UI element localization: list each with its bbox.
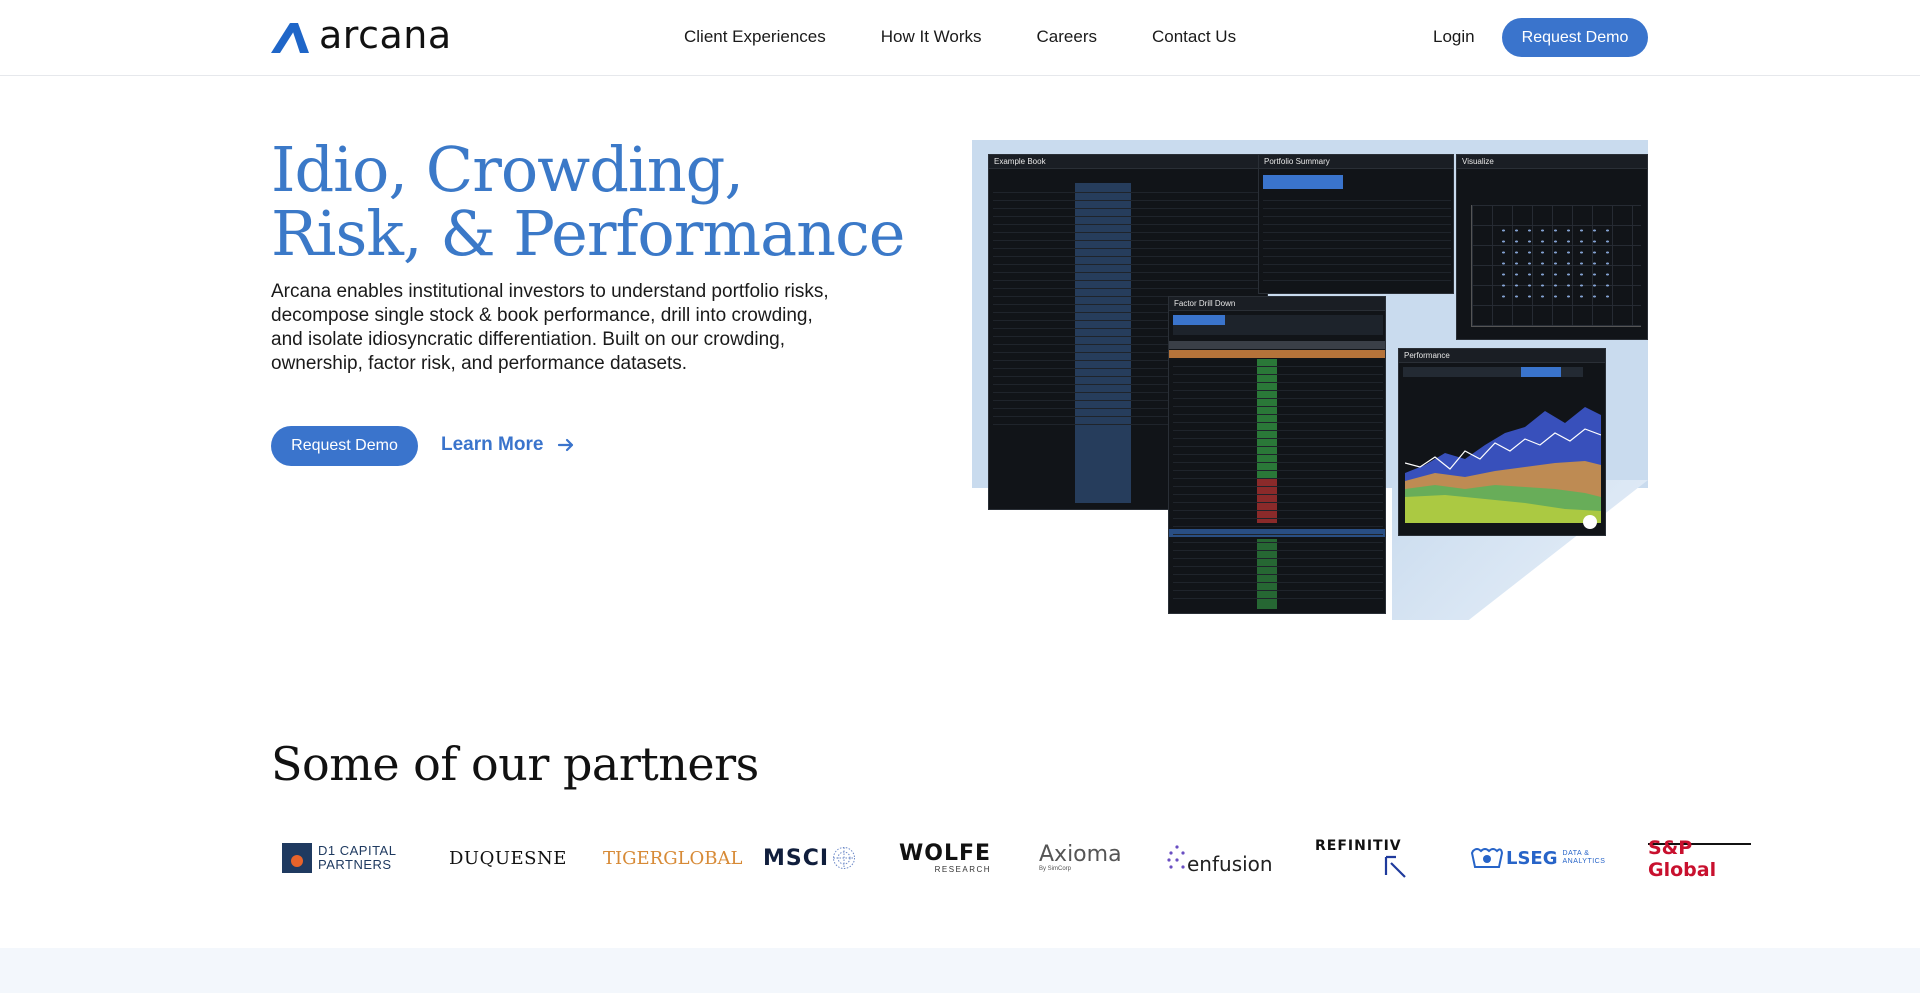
partner-logo-sp-global: S&P Global xyxy=(1648,837,1751,881)
msci-text: MSCI xyxy=(763,845,830,871)
example-book-title: Example Book xyxy=(989,155,1267,169)
factor-rows xyxy=(1173,359,1383,599)
wolfe-text: WOLFE xyxy=(899,840,992,866)
factor-tabs xyxy=(1173,315,1383,335)
visualize-title: Visualize xyxy=(1457,155,1647,169)
sp-global-text: S&P Global xyxy=(1648,837,1717,881)
partner-logo-axioma: Axioma By SimCorp xyxy=(1039,838,1122,878)
arrow-right-icon xyxy=(558,438,574,452)
product-screenshot: Example Book Portfolio Summary Visualize… xyxy=(972,140,1648,620)
refinitiv-arrow-icon xyxy=(1384,855,1406,878)
partners-title: Some of our partners xyxy=(271,737,759,791)
d1-line2: PARTNERS xyxy=(318,857,392,872)
arcana-logo[interactable]: arcana xyxy=(271,13,452,57)
performance-play-icon[interactable] xyxy=(1583,515,1597,529)
d1-line1: D1 CAPITAL xyxy=(318,843,397,858)
portfolio-summary-idio-bar xyxy=(1263,175,1343,189)
request-demo-button-hero[interactable]: Request Demo xyxy=(271,426,418,466)
login-link[interactable]: Login xyxy=(1433,26,1475,48)
factor-drill-down-panel: Factor Drill Down xyxy=(1168,296,1386,614)
nav-how-it-works[interactable]: How It Works xyxy=(881,26,982,48)
performance-chart xyxy=(1405,407,1601,523)
main-nav: Client Experiences How It Works Careers … xyxy=(684,26,1291,48)
axioma-text: Axioma xyxy=(1039,841,1122,867)
wolfe-sub: RESEARCH xyxy=(934,864,992,874)
portfolio-summary-rows xyxy=(1263,193,1451,281)
visualize-panel: Visualize xyxy=(1456,154,1648,340)
lseg-sub: DATA & ANALYTICS xyxy=(1562,850,1606,865)
enfusion-dots-icon xyxy=(1167,845,1185,869)
partner-logo-duquesne: DUQUESNE xyxy=(449,838,567,878)
arcana-logo-icon xyxy=(271,23,309,53)
partner-logo-enfusion: enfusion xyxy=(1167,838,1273,878)
partner-logos: D1 CAPITAL PARTNERS DUQUESNE TIGERGLOBAL… xyxy=(271,837,1751,881)
msci-globe-icon xyxy=(833,847,856,869)
logo-text: arcana xyxy=(319,13,452,57)
partner-logo-lseg: LSEG DATA & ANALYTICS xyxy=(1471,838,1609,878)
site-header: arcana Client Experiences How It Works C… xyxy=(0,0,1920,76)
tigerglobal-text: TIGERGLOBAL xyxy=(603,847,743,869)
refinitiv-text: REFINITIV xyxy=(1315,838,1402,854)
partner-logo-refinitiv: REFINITIV xyxy=(1315,838,1406,878)
lseg-crest-icon xyxy=(1471,848,1503,868)
axioma-sub: By SimCorp xyxy=(1039,865,1072,872)
performance-title: Performance xyxy=(1399,349,1605,363)
partner-logo-d1: D1 CAPITAL PARTNERS xyxy=(282,838,396,878)
d1-logo-icon xyxy=(282,843,312,873)
nav-contact-us[interactable]: Contact Us xyxy=(1152,26,1236,48)
portfolio-summary-panel: Portfolio Summary xyxy=(1258,154,1454,294)
next-section-band xyxy=(0,948,1920,993)
hero-title-line2: Risk, & Performance xyxy=(271,197,905,270)
partner-logo-msci: MSCI xyxy=(763,838,856,878)
performance-tabs xyxy=(1403,367,1583,377)
duquesne-text: DUQUESNE xyxy=(449,847,567,869)
factor-tab-active xyxy=(1173,315,1225,325)
learn-more-link[interactable]: Learn More xyxy=(441,434,575,456)
factor-total-row xyxy=(1169,341,1385,349)
factor-drill-down-title: Factor Drill Down xyxy=(1169,297,1385,311)
factor-highlight-row xyxy=(1169,350,1385,358)
learn-more-label: Learn More xyxy=(441,434,544,455)
hero-title: Idio, Crowding, Risk, & Performance xyxy=(271,138,931,266)
hero-description: Arcana enables institutional investors t… xyxy=(271,281,829,374)
hero-title-line1: Idio, Crowding, xyxy=(271,133,744,206)
partner-logo-wolfe: WOLFE RESEARCH xyxy=(899,838,991,878)
partner-logo-tigerglobal: TIGERGLOBAL xyxy=(603,838,742,878)
nav-client-experiences[interactable]: Client Experiences xyxy=(684,26,826,48)
portfolio-summary-title: Portfolio Summary xyxy=(1259,155,1453,169)
performance-tab-active xyxy=(1521,367,1561,377)
request-demo-button-header[interactable]: Request Demo xyxy=(1502,18,1648,57)
performance-panel: Performance xyxy=(1398,348,1606,536)
nav-careers[interactable]: Careers xyxy=(1037,26,1097,48)
lseg-text: LSEG xyxy=(1506,847,1558,869)
enfusion-text: enfusion xyxy=(1187,852,1273,876)
visualize-scatter-points xyxy=(1497,225,1617,305)
